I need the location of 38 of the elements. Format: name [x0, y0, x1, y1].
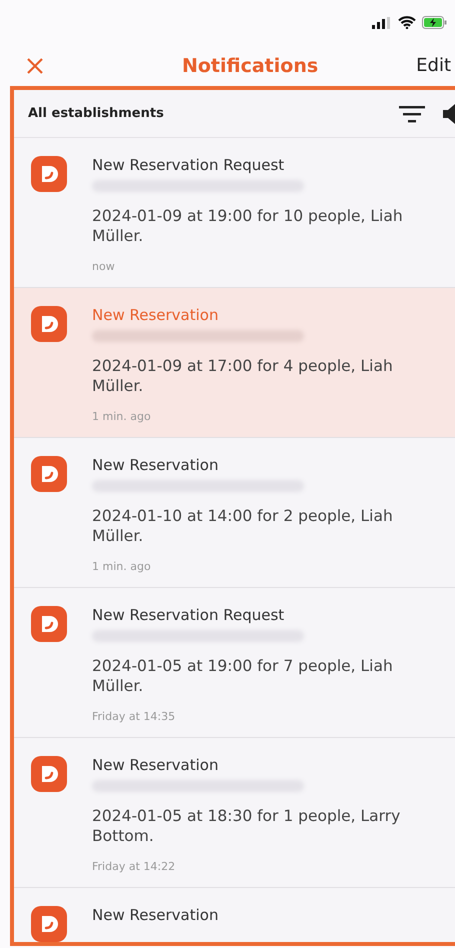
notification-item[interactable]: New Reservation Request 2024-01-05 at 19:00 for 7 people, Liah Müller. Friday at 14:35 — [14, 588, 455, 738]
battery-icon — [422, 16, 447, 29]
signal-icon — [372, 16, 392, 28]
app-logo-icon — [31, 306, 67, 342]
notification-item[interactable]: New Reservation Request 2024-01-09 at 19:00 for 10 people, Liah Müller. now — [14, 138, 455, 288]
filter-icon[interactable] — [399, 104, 425, 122]
notification-title: New Reservation Request — [92, 156, 286, 174]
notification-item[interactable]: New Reservation 2024-01-05 at 18:30 for 1 people, Larry Bottom. Friday at 14:22 — [14, 738, 455, 888]
notification-title: New Reservation Request — [92, 606, 286, 624]
notification-time: 1 min. ago — [92, 560, 152, 573]
notification-time: now — [92, 260, 116, 273]
notification-message: 2024-01-09 at 17:00 for 4 people, Liah Müller. — [92, 356, 394, 396]
page-title: Notifications — [182, 54, 318, 76]
notification-title: New Reservation — [92, 456, 220, 474]
app-logo-icon — [31, 606, 67, 642]
establishment-filter[interactable]: All establishments — [28, 106, 164, 121]
notification-time: Friday at 14:22 — [92, 860, 176, 873]
app-logo-icon — [31, 756, 67, 792]
app-logo-icon — [31, 456, 67, 492]
wifi-icon — [398, 16, 416, 29]
notification-title: New Reservation — [92, 756, 220, 774]
close-button[interactable] — [26, 56, 44, 74]
close-icon — [26, 56, 44, 74]
notification-item[interactable]: New Reservation 2024-01-10 at 14:00 for 2 people, Liah Müller. 1 min. ago — [14, 438, 455, 588]
notification-item[interactable]: New Reservation — [14, 888, 455, 942]
speaker-icon[interactable] — [443, 104, 455, 124]
notification-time: Friday at 14:35 — [92, 710, 176, 723]
notification-message: 2024-01-10 at 14:00 for 2 people, Liah Müller. — [92, 506, 394, 546]
app-logo-icon — [31, 156, 67, 192]
notification-message: 2024-01-05 at 18:30 for 1 people, Larry Bottom. — [92, 806, 402, 846]
notification-title: New Reservation — [92, 906, 220, 924]
app-logo-icon — [31, 906, 67, 942]
notification-message: 2024-01-05 at 19:00 for 7 people, Liah Müller. — [92, 656, 394, 696]
notification-message: 2024-01-09 at 19:00 for 10 people, Liah Müller. — [92, 206, 404, 246]
notification-time: 1 min. ago — [92, 410, 152, 423]
notification-item[interactable]: New Reservation 2024-01-09 at 17:00 for 4 people, Liah Müller. 1 min. ago — [14, 288, 455, 438]
edit-button[interactable]: Edit — [416, 55, 455, 76]
notification-title: New Reservation — [92, 306, 220, 324]
